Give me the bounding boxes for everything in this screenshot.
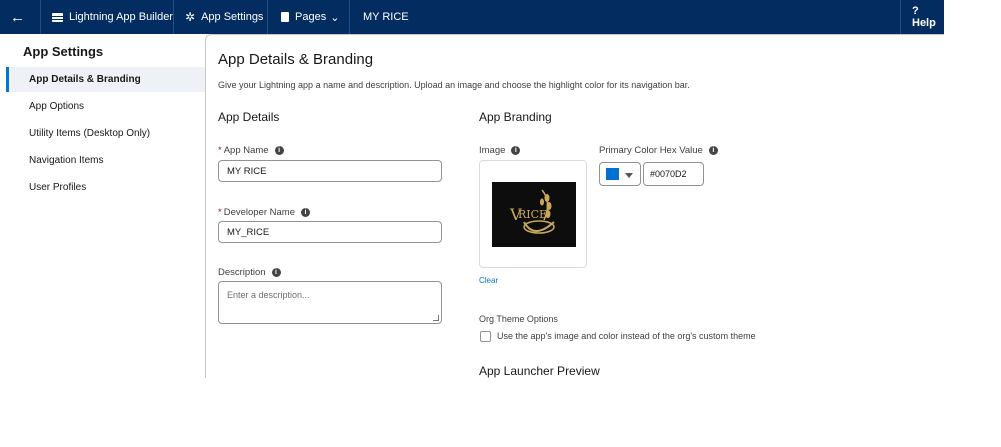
org-theme-checkbox[interactable]: [480, 331, 491, 342]
current-app-name: MY RICE: [363, 11, 409, 23]
gear-icon: ✲: [185, 10, 196, 24]
app-launcher-preview-heading: App Launcher Preview: [479, 364, 600, 378]
app-name-label-text: App Name: [223, 145, 269, 156]
app-details-heading: App Details: [218, 110, 280, 124]
hex-color-input[interactable]: #0070D2: [643, 162, 704, 186]
info-icon[interactable]: i: [511, 146, 521, 155]
caret-down-icon: [625, 173, 633, 178]
info-icon[interactable]: i: [274, 146, 284, 155]
info-icon[interactable]: i: [301, 208, 310, 217]
image-label: Image i: [479, 145, 521, 156]
sidebar-item-app-details-branding[interactable]: App Details & Branding: [6, 67, 205, 92]
color-picker-button[interactable]: [599, 162, 641, 186]
sidebar-title: App Settings: [23, 44, 104, 59]
org-theme-checkbox-label[interactable]: Use the app's image and color instead of…: [497, 331, 756, 341]
divider: [267, 0, 268, 34]
back-arrow-icon[interactable]: ←: [10, 0, 25, 34]
app-name-label: * App Name i: [218, 145, 284, 156]
developer-name-label-text: Developer Name: [223, 207, 295, 218]
org-theme-label: Org Theme Options: [479, 314, 558, 324]
page-description: Give your Lightning app a name and descr…: [218, 80, 690, 90]
grid-icon: [52, 12, 63, 22]
sidebar-item-app-options[interactable]: App Options: [6, 94, 205, 119]
page-title: App Details & Branding: [218, 51, 374, 68]
divider: [349, 0, 350, 34]
sidebar-item-utility-items[interactable]: Utility Items (Desktop Only): [6, 121, 205, 146]
rice-logo-graphic: RICE V: [509, 189, 555, 234]
info-icon[interactable]: i: [271, 268, 281, 277]
app-settings-label: App Settings: [201, 11, 264, 23]
color-swatch: [606, 168, 619, 180]
app-branding-heading: App Branding: [479, 110, 552, 124]
sidebar-item-navigation-items[interactable]: Navigation Items: [6, 148, 205, 173]
divider: [900, 0, 901, 34]
info-icon[interactable]: i: [708, 146, 718, 155]
builder-label: Lightning App Builder: [69, 11, 173, 23]
pages-dropdown[interactable]: Pages ⌄: [281, 0, 339, 34]
description-label: Description i: [218, 267, 281, 278]
image-label-text: Image: [479, 145, 506, 156]
developer-name-input[interactable]: MY_RICE: [218, 221, 442, 243]
clear-image-link[interactable]: Clear: [479, 276, 498, 285]
required-marker: *: [218, 207, 222, 218]
page-icon: [281, 12, 289, 22]
description-textarea[interactable]: Enter a description...: [218, 281, 442, 324]
description-label-text: Description: [218, 267, 266, 278]
top-navigation-bar: ← Lightning App Builder ✲ App Settings P…: [0, 0, 944, 34]
app-settings-tab[interactable]: ✲ App Settings: [185, 0, 263, 34]
pages-label: Pages: [295, 11, 327, 23]
resize-handle-icon[interactable]: [433, 315, 439, 321]
required-marker: *: [218, 145, 222, 156]
primary-color-label: Primary Color Hex Value i: [599, 145, 718, 156]
chevron-down-icon: ⌄: [330, 11, 340, 24]
settings-sidebar: App Settings App Details & Branding App …: [0, 34, 205, 447]
sidebar-item-user-profiles[interactable]: User Profiles: [6, 175, 205, 200]
app-image-uploader[interactable]: RICE V: [479, 160, 587, 268]
divider: [173, 0, 174, 34]
help-button[interactable]: ? Help: [912, 0, 944, 34]
divider: [40, 0, 41, 34]
lightning-app-builder-link[interactable]: Lightning App Builder: [52, 0, 173, 34]
primary-color-label-text: Primary Color Hex Value: [599, 145, 703, 156]
svg-text:V: V: [509, 205, 522, 224]
developer-name-label: * Developer Name i: [218, 207, 310, 218]
app-name-input[interactable]: MY RICE: [218, 160, 442, 182]
rice-logo-image: RICE V: [492, 182, 576, 247]
description-placeholder: Enter a description...: [227, 290, 310, 300]
svg-text:RICE: RICE: [518, 208, 547, 221]
app-details-panel: App Details & Branding Give your Lightni…: [205, 34, 944, 378]
